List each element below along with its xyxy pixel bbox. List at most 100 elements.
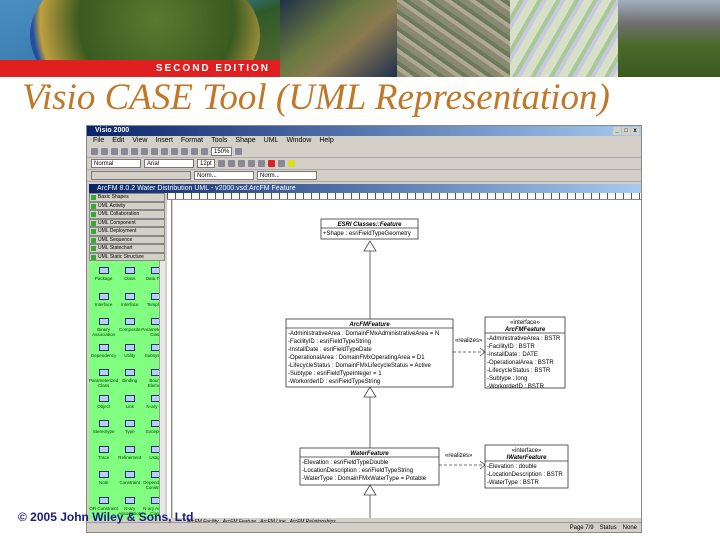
stencil-shape[interactable]: Parameterized Class [141,316,159,342]
stencil-scrollbar[interactable] [159,261,165,519]
font-color-icon[interactable] [267,160,275,167]
title-bar: Visio 2000 _ □ x [87,126,641,136]
align-center-icon[interactable] [257,160,265,167]
stencil-shape[interactable]: Note [89,469,118,495]
stencil-shape[interactable]: Class [118,265,141,291]
copy-icon[interactable] [141,148,148,155]
stencil-shape[interactable]: Interface [118,291,141,317]
maximize-button[interactable]: □ [622,127,630,135]
fill-color-icon[interactable] [287,160,295,167]
uml-class-water[interactable]: WaterFeature -Elevation : esriFieldTypeDo… [299,447,440,486]
help-icon[interactable] [235,148,243,155]
line-pattern-select[interactable]: Norm... [194,171,254,180]
stencil-shape[interactable]: Object [89,393,118,419]
pointer-icon[interactable] [171,148,178,155]
shape-icon [98,445,109,453]
stencil-shape[interactable]: Bound Element [141,367,159,393]
uml-class-iarcfm[interactable]: «interface»ArcFMFeature -AdministrativeAr… [484,316,566,390]
stencil-shape[interactable]: Usage [141,444,159,470]
stencil-shape[interactable]: Binary Association [89,316,118,342]
menu-tools[interactable]: Tools [211,136,227,146]
menu-insert[interactable]: Insert [155,136,173,146]
cut-icon[interactable] [131,148,138,155]
stencil-shape[interactable]: Stereotype [89,418,118,444]
menu-format[interactable]: Format [181,136,203,146]
stencil-shape[interactable]: Composite [118,316,141,342]
stencil-shape[interactable]: Interface [89,291,118,317]
stencil-header[interactable]: UML Deployment [89,227,165,236]
stencil-shape[interactable]: Constraint [118,469,141,495]
shape-icon [98,394,109,402]
stencil-header[interactable]: UML Collaboration [89,210,165,219]
undo-icon[interactable] [161,148,168,155]
italic-icon[interactable] [227,160,235,167]
font-select[interactable]: Arial [144,159,194,168]
class-name: WaterFeature [350,451,389,457]
shape-icon [150,496,159,504]
stencil-shape[interactable]: Parameterized Class [89,367,118,393]
stencil-shape[interactable]: Dependency [89,342,118,368]
menu-window[interactable]: Window [286,136,311,146]
shape-label: Dependency Constraint [143,480,159,490]
class-attribute: -AdministrativeArea : BSTR [487,336,561,342]
style-select[interactable]: Normal [91,159,141,168]
stencil-shape[interactable]: Exception [141,418,159,444]
stencil-header[interactable]: UML Activity [89,201,165,210]
minimize-button[interactable]: _ [613,127,621,135]
stencil-header[interactable]: UML Component [89,218,165,227]
class-attribute: -Subtype : long [487,376,527,382]
align-left-icon[interactable] [247,160,255,167]
shape-label: Composite [119,327,141,332]
class-attribute: -LocationDescription : esriFieldTypeStri… [302,468,413,474]
line-color-icon[interactable] [277,160,285,167]
line-weight-select[interactable]: Norm... [257,171,317,180]
shape-label: Bound Element [147,378,159,388]
close-button[interactable]: x [631,127,639,135]
save-icon[interactable] [111,148,118,155]
stencil-shape[interactable]: Dependency Constraint [141,469,159,495]
shape-label: Binding [122,378,138,383]
zoom-select[interactable]: 150% [211,147,233,156]
paste-icon[interactable] [151,148,158,155]
menu-help[interactable]: Help [319,136,333,146]
uml-class-feature[interactable]: ESRI Classes::Feature+Shape : esriFieldT… [320,218,419,240]
shape-icon [124,343,135,351]
bold-icon[interactable] [217,160,225,167]
stencil-shape[interactable]: Refinement [118,444,141,470]
menu-uml[interactable]: UML [264,136,279,146]
stencil-header[interactable]: UML Static Structure [89,252,165,261]
drawing-canvas[interactable]: ESRI Classes::Feature +Shape : esriFieldT… [173,200,641,518]
stencil-shape[interactable]: Data Type [141,265,159,291]
stencil-header[interactable]: UML Statechart [89,244,165,253]
stencil-shape[interactable]: Binding [118,367,141,393]
uml-class-arcfm[interactable]: ArcFMFeature -AdministrativeArea : Domain… [285,318,454,388]
underline-icon[interactable] [237,160,245,167]
stencil-shape[interactable]: Type [118,418,141,444]
stencil-shape[interactable]: Template [141,291,159,317]
open-icon[interactable] [101,148,108,155]
stencil-shape[interactable]: Utility [118,342,141,368]
connector-icon[interactable] [181,148,188,155]
menu-view[interactable]: View [132,136,147,146]
new-icon[interactable] [91,148,98,155]
uml-class-iwater[interactable]: «interface»IWaterFeature -Elevation : dou… [484,444,569,489]
print-icon[interactable] [121,148,128,155]
zoom-icon[interactable] [201,148,208,155]
text-icon[interactable] [191,148,198,155]
size-select[interactable]: 12pt [197,159,215,168]
stencil-header[interactable]: UML Sequence [89,235,165,244]
menu-shape[interactable]: Shape [235,136,255,146]
shape-select[interactable] [91,171,191,180]
menu-file[interactable]: File [93,136,104,146]
shape-toolbar: Norm... Norm... [87,170,641,182]
stencil-header[interactable]: Basic Shapes [89,193,165,202]
class-attribute: -OperationalArea : DomainFMxOperatingAre… [288,355,425,361]
menu-edit[interactable]: Edit [112,136,124,146]
class-attribute: +Shape : esriFieldTypeGeometry [323,231,411,237]
stencil-shape[interactable]: Package [89,265,118,291]
stencil-shape[interactable]: Link [118,393,141,419]
stencil-shape[interactable]: Trace [89,444,118,470]
stencil-shape[interactable]: Subsystem [141,342,159,368]
stencil-shape[interactable]: N-ary link [141,393,159,419]
shape-icon [98,318,109,325]
